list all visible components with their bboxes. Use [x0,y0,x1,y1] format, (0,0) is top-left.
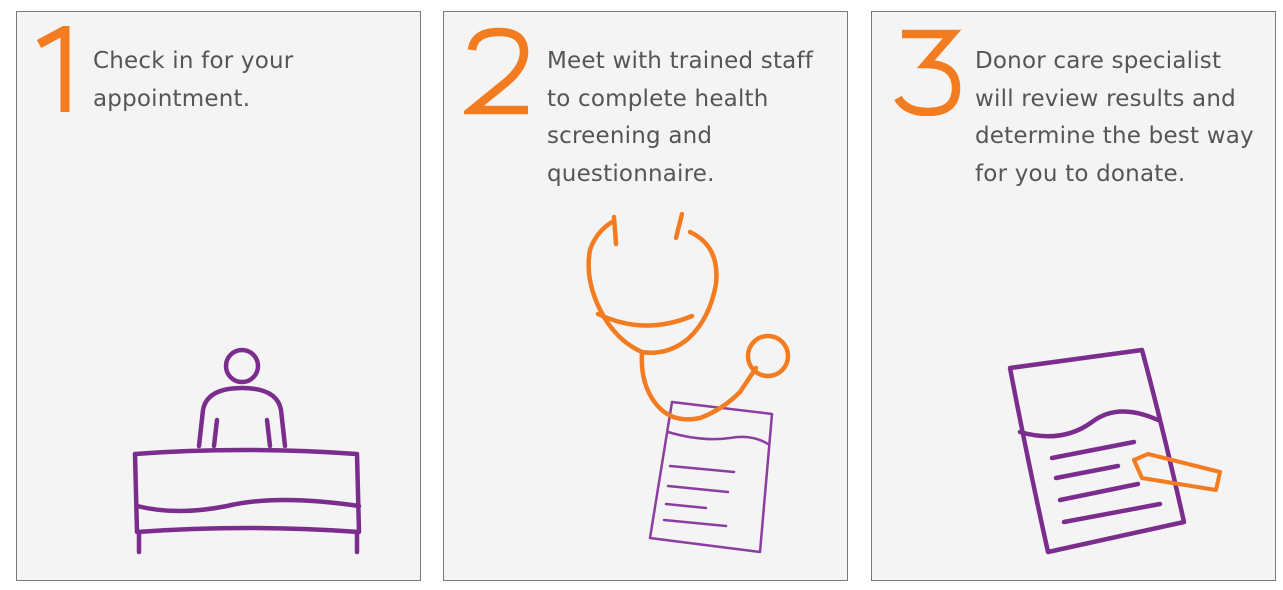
step-card-3: 3 Donor care specialist will review resu… [871,11,1276,581]
step-card-2: 2 Meet with trained staff to complete he… [443,11,848,581]
document-pencil-icon [1007,347,1222,555]
stethoscope-clipboard-icon [586,211,791,554]
reception-desk-icon [132,347,362,555]
step-card-1: 1 Check in for your appointment. [16,11,421,581]
